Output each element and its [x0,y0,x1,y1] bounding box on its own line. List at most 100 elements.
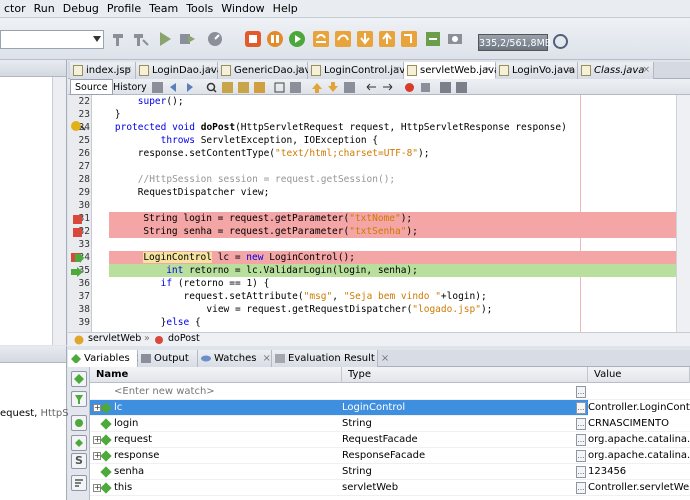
menu-run[interactable]: Run [30,2,59,15]
table-row[interactable]: + lc LoginControl … Controller.LoginCont… [90,400,690,416]
tab-output[interactable]: Output [138,350,198,367]
table-row[interactable]: + request RequestFacade … org.apache.cat… [90,432,690,448]
tab-watches[interactable]: Watches × [198,350,272,367]
code-line[interactable]: if (retorno == 1) { [92,277,690,290]
code-line-breakpoint[interactable]: LoginControl lc = new LoginControl(); [109,251,676,264]
code-line[interactable]: response.setContentType("text/html;chars… [92,147,690,160]
close-icon[interactable]: × [642,62,650,79]
code-line[interactable]: //HttpSession session = request.getSessi… [92,173,690,186]
tab-class-java[interactable]: Class.java × [578,62,654,79]
code-line[interactable] [92,160,690,173]
find-previous-icon[interactable] [222,82,233,93]
breakpoint-current-icon[interactable] [71,253,84,263]
forward-icon[interactable] [184,82,195,93]
table-row[interactable]: + response ResponseFacade … org.apache.c… [90,448,690,464]
ellipsis-button[interactable]: … [576,418,586,430]
variable-value[interactable]: 123456 [588,464,690,480]
continue-icon[interactable] [288,30,306,48]
tab-index-jsp[interactable]: index.jsp × [70,62,136,79]
code-line[interactable]: protected void doPost(HttpServletRequest… [92,121,690,134]
menu-profile[interactable]: Profile [103,2,145,15]
variable-value[interactable]: Controller.LoginControl@1fa [588,400,690,416]
menu-debug[interactable]: Debug [59,2,103,15]
debug-project-icon[interactable] [178,30,196,48]
ellipsis-button[interactable]: … [576,434,586,446]
close-icon[interactable]: × [484,62,492,79]
tab-logindao-java[interactable]: LoginDao.java × [136,62,223,79]
tab-variables[interactable]: Variables× [68,350,144,367]
code-line-current[interactable]: int retorno = lc.ValidarLogin(login, sen… [109,264,676,277]
previous-bookmark-icon[interactable] [312,82,323,93]
sort-icon[interactable] [71,475,87,491]
apply-code-changes-icon[interactable] [424,30,442,48]
method-override-icon[interactable] [70,120,86,134]
find-next-icon[interactable] [238,82,249,93]
back-icon[interactable] [168,82,179,93]
history-button[interactable]: History [108,79,152,95]
ellipsis-button[interactable]: … [576,402,586,414]
tab-logincontrol-java[interactable]: LoginControl.java × [308,62,411,79]
garbage-collect-icon[interactable] [553,34,568,49]
variables-toggle-icon[interactable] [71,371,87,387]
watch-filter-icon[interactable] [71,391,87,407]
code-line[interactable] [92,199,690,212]
take-snapshot-icon[interactable] [446,30,464,48]
code-line[interactable]: throws ServletException, IOException { [92,134,690,147]
code-line[interactable]: RequestDispatcher view; [92,186,690,199]
table-row[interactable]: senha String … 123456 [90,464,690,480]
code-line[interactable]: request.setAttribute("msg", "Seja bem vi… [92,290,690,303]
column-header-value[interactable]: Value [588,367,690,383]
show-inherited-icon[interactable] [71,435,87,451]
tab-loginvo-java[interactable]: LoginVo.java × [496,62,578,79]
code-line[interactable]: view = request.getRequestDispatcher("log… [92,303,690,316]
shift-right-icon[interactable] [382,82,393,93]
code-line[interactable]: } [92,108,690,121]
close-icon[interactable]: × [263,353,271,364]
variable-value[interactable]: org.apache.catalina.connect [588,432,690,448]
table-row[interactable]: + this servletWeb … Controller.servletWe… [90,480,690,496]
source-button[interactable]: Source [70,79,113,95]
ellipsis-button[interactable]: … [576,386,586,398]
code-line[interactable]: super(); [92,95,690,108]
menu-tools[interactable]: Tools [182,2,217,15]
variable-value[interactable]: org.apache.catalina.connect [588,448,690,464]
breadcrumb-method[interactable]: doPost [168,333,200,344]
next-bookmark-icon[interactable] [328,82,339,93]
memory-indicator[interactable]: 335,2/561,8MB [478,34,551,51]
shift-left-icon[interactable] [366,82,377,93]
close-icon[interactable]: × [392,62,400,79]
step-out-icon[interactable] [378,30,396,48]
menu-window[interactable]: Window [217,2,268,15]
pause-icon[interactable] [266,30,284,48]
code-line-breakpoint[interactable]: String senha = request.getParameter("txt… [109,225,676,238]
menu-team[interactable]: Team [145,2,182,15]
column-header-name[interactable]: Name [90,367,342,383]
run-icon[interactable] [156,30,174,48]
menu-refactor[interactable]: ctor [0,2,30,15]
code-line[interactable] [92,238,690,251]
profile-icon[interactable] [206,30,224,48]
step-over-icon[interactable] [334,30,352,48]
close-icon[interactable]: × [566,62,574,79]
variable-value[interactable]: Controller.servletWeb@169 [588,480,690,496]
breakpoint-icon[interactable] [73,215,82,224]
find-icon[interactable] [206,82,217,93]
new-watch-placeholder[interactable]: <Enter new watch> [114,384,342,400]
column-header-type[interactable]: Type [342,367,588,383]
tab-genericdao-java[interactable]: GenericDao.java × [218,62,317,79]
toggle-highlight-icon[interactable] [254,82,265,93]
stop-icon[interactable] [244,30,262,48]
stop-macro-icon[interactable] [420,82,431,93]
close-icon[interactable]: × [381,353,389,364]
projects-scrollbar[interactable] [52,77,66,345]
variable-value[interactable]: CRNASCIMENTO [588,416,690,432]
comment-icon[interactable] [440,82,451,93]
close-icon[interactable]: × [124,62,132,79]
toggle-comment-icon[interactable] [344,82,355,93]
breakpoint-icon[interactable] [73,228,82,237]
hammer-icon[interactable] [110,30,128,48]
tab-servletweb-java[interactable]: servletWeb.java × [404,62,500,79]
clean-build-icon[interactable] [132,30,150,48]
ellipsis-button[interactable]: … [576,466,586,478]
step-over-expression-icon[interactable] [312,30,330,48]
